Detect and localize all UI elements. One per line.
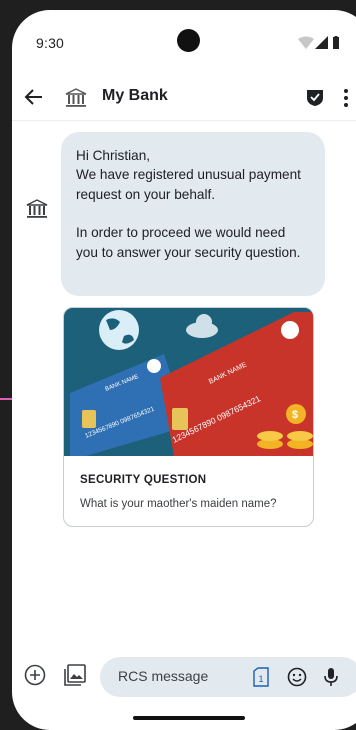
sim-selector-button[interactable]: 1 xyxy=(252,666,270,688)
smiley-icon xyxy=(287,667,307,687)
arrow-left-icon xyxy=(24,89,42,105)
rich-card[interactable]: BANK NAME 1234567890 0987654321 BANK NAM… xyxy=(63,307,314,527)
sim-card-icon: 1 xyxy=(253,667,269,687)
wifi-icon xyxy=(298,36,314,49)
message-line: We have registered unusual payment reque… xyxy=(76,167,301,202)
bank-icon xyxy=(26,199,48,218)
home-indicator[interactable] xyxy=(133,716,245,720)
message-input[interactable] xyxy=(118,668,238,684)
sender-avatar xyxy=(24,196,50,222)
sim-number: 1 xyxy=(259,674,264,684)
more-options-button[interactable] xyxy=(336,85,356,111)
app-bar: My Bank xyxy=(12,76,356,121)
message-input-pill: 1 xyxy=(100,657,356,697)
more-vert-icon xyxy=(344,89,348,107)
gallery-button[interactable] xyxy=(63,663,87,687)
card-illustration: BANK NAME 1234567890 0987654321 BANK NAM… xyxy=(64,308,313,456)
voice-input-button[interactable] xyxy=(320,666,342,688)
battery-icon xyxy=(333,36,339,49)
message-bubble[interactable]: Hi Christian, We have registered unusual… xyxy=(61,132,325,296)
back-button[interactable] xyxy=(21,84,47,110)
verified-shield-icon xyxy=(307,90,323,106)
verified-sender-button[interactable] xyxy=(304,86,326,108)
message-line: In order to proceed we would need you to… xyxy=(76,225,301,260)
card-title: SECURITY QUESTION xyxy=(80,474,207,486)
svg-text:$: $ xyxy=(292,409,298,421)
emoji-button[interactable] xyxy=(286,666,308,688)
add-attachment-button[interactable] xyxy=(24,664,46,686)
microphone-icon xyxy=(324,668,338,686)
card-description: What is your maother's maiden name? xyxy=(80,498,277,510)
phone-screen: 9:30 My Bank Hi Christian, We have regis… xyxy=(12,10,356,730)
image-gallery-icon xyxy=(64,664,86,686)
conversation-title: My Bank xyxy=(102,87,168,104)
front-camera xyxy=(177,29,200,52)
signal-icon xyxy=(315,36,328,49)
globe-icon xyxy=(99,310,139,350)
plus-circle-icon xyxy=(24,664,46,686)
message-composer: 1 xyxy=(12,650,356,697)
status-icons xyxy=(298,36,339,49)
message-line: Hi Christian, xyxy=(76,148,151,163)
status-time: 9:30 xyxy=(36,35,65,51)
bank-icon xyxy=(63,85,89,111)
status-bar: 9:30 xyxy=(12,10,356,62)
